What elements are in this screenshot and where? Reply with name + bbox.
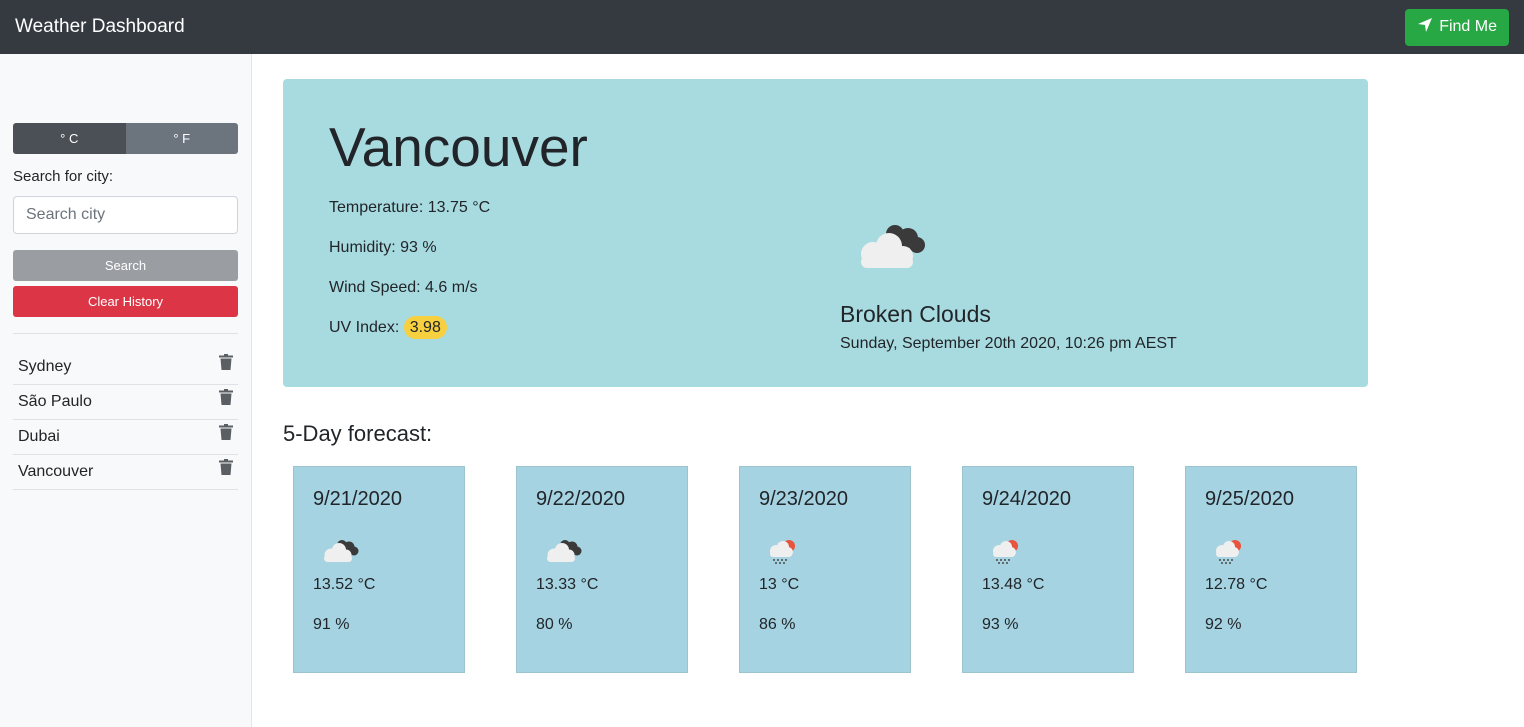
location-arrow-icon — [1417, 17, 1433, 38]
forecast-card: 9/22/2020 13.33 °C 80 % — [516, 466, 688, 673]
light-rain-icon — [766, 538, 800, 571]
uv-index-label: UV Index: — [329, 319, 404, 336]
trash-icon[interactable] — [219, 423, 233, 441]
history-city[interactable]: Dubai — [18, 428, 60, 446]
clear-history-button[interactable]: Clear History — [13, 286, 238, 317]
uv-index-badge: 3.98 — [403, 316, 447, 339]
uv-index-row: UV Index: 3.98 — [329, 316, 447, 339]
forecast-humidity: 86 % — [759, 616, 796, 633]
forecast-card: 9/21/2020 13.52 °C 91 % — [293, 466, 465, 673]
forecast-card: 9/24/2020 13.48 °C 93 % — [962, 466, 1134, 673]
forecast-date: 9/25/2020 — [1205, 488, 1294, 510]
history-city[interactable]: Vancouver — [18, 463, 93, 481]
find-me-button[interactable]: Find Me — [1405, 8, 1509, 46]
forecast-temperature: 13.52 °C — [313, 576, 376, 593]
forecast-card: 9/23/2020 13 °C 86 % — [739, 466, 911, 673]
light-rain-icon — [989, 538, 1023, 571]
history-item[interactable]: Sydney — [13, 350, 238, 385]
broken-clouds-icon — [853, 222, 929, 277]
weather-description: Broken Clouds — [840, 301, 991, 327]
history-item[interactable]: Dubai — [13, 420, 238, 455]
forecast-temperature: 13.33 °C — [536, 576, 599, 593]
light-rain-icon — [1212, 538, 1246, 571]
history-item[interactable]: Vancouver — [13, 455, 238, 490]
celsius-button[interactable]: ° C — [13, 123, 126, 154]
search-input[interactable] — [13, 196, 238, 234]
forecast-humidity: 80 % — [536, 616, 573, 633]
history-item[interactable]: São Paulo — [13, 385, 238, 420]
search-history-list: Sydney São Paulo Dubai Vancouver — [13, 350, 238, 490]
navbar: Weather Dashboard Find Me — [0, 0, 1524, 54]
trash-icon[interactable] — [219, 458, 233, 476]
search-label: Search for city: — [13, 168, 114, 185]
brand-title: Weather Dashboard — [15, 16, 185, 37]
broken-clouds-icon — [320, 538, 360, 569]
forecast-humidity: 92 % — [1205, 616, 1242, 633]
divider — [13, 333, 238, 334]
forecast-temperature: 13.48 °C — [982, 576, 1045, 593]
forecast-title: 5-Day forecast: — [283, 421, 433, 446]
forecast-date: 9/21/2020 — [313, 488, 402, 510]
current-weather-card: Vancouver Temperature: 13.75 °C Humidity… — [283, 79, 1368, 387]
forecast-temperature: 12.78 °C — [1205, 576, 1268, 593]
forecast-date: 9/22/2020 — [536, 488, 625, 510]
history-city[interactable]: Sydney — [18, 358, 71, 376]
temperature-text: Temperature: 13.75 °C — [329, 199, 491, 216]
trash-icon[interactable] — [219, 353, 233, 371]
fahrenheit-button[interactable]: ° F — [125, 123, 238, 154]
trash-icon[interactable] — [219, 388, 233, 406]
sidebar: ° C ° F Search for city: Search Clear Hi… — [0, 54, 252, 727]
search-button[interactable]: Search — [13, 250, 238, 281]
wind-speed-text: Wind Speed: 4.6 m/s — [329, 279, 478, 296]
forecast-humidity: 91 % — [313, 616, 350, 633]
humidity-text: Humidity: 93 % — [329, 239, 437, 256]
broken-clouds-icon — [543, 538, 583, 569]
history-city[interactable]: São Paulo — [18, 393, 92, 411]
current-datetime: Sunday, September 20th 2020, 10:26 pm AE… — [840, 335, 1177, 352]
find-me-label: Find Me — [1439, 18, 1497, 35]
unit-toggle: ° C ° F — [13, 123, 238, 154]
forecast-date: 9/24/2020 — [982, 488, 1071, 510]
forecast-temperature: 13 °C — [759, 576, 800, 593]
forecast-humidity: 93 % — [982, 616, 1019, 633]
forecast-date: 9/23/2020 — [759, 488, 848, 510]
city-name: Vancouver — [329, 116, 588, 178]
forecast-card: 9/25/2020 12.78 °C 92 % — [1185, 466, 1357, 673]
